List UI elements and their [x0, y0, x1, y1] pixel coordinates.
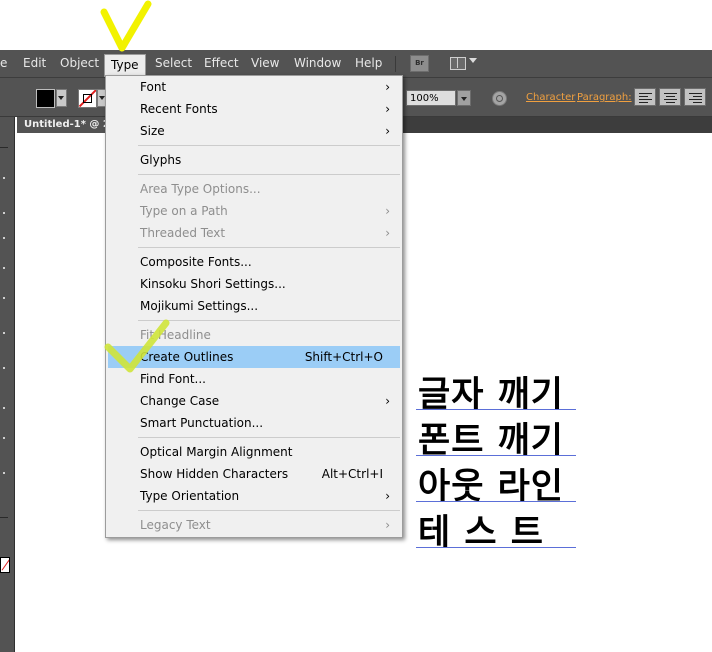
align-center-icon[interactable]: [659, 88, 681, 106]
chevron-right-icon: ›: [385, 489, 390, 503]
menu-item-label: Optical Margin Alignment: [140, 445, 293, 459]
menu-item-shortcut: Alt+Ctrl+I: [321, 467, 383, 481]
menu-item-smart-punctuation[interactable]: Smart Punctuation...: [108, 412, 400, 434]
menu-item-legacy-text: Legacy Text ›: [108, 514, 400, 536]
menu-item-shortcut: Shift+Ctrl+O: [304, 350, 383, 364]
align-right-icon[interactable]: [684, 88, 706, 106]
tool-corner-mark[interactable]: [3, 332, 5, 334]
menu-item-label: Kinsoku Shori Settings...: [140, 277, 286, 291]
menu-item-label: Change Case: [140, 394, 220, 408]
menu-type[interactable]: Type: [104, 54, 146, 77]
menu-item-type-on-a-path: Type on a Path ›: [108, 200, 400, 222]
menu-item-area-type-options: Area Type Options...: [108, 178, 400, 200]
menu-item-label: Smart Punctuation...: [140, 416, 264, 430]
bridge-button[interactable]: Br: [410, 55, 429, 72]
tool-corner-mark[interactable]: [3, 367, 5, 369]
menu-item-label: Composite Fonts...: [140, 255, 252, 269]
tool-corner-mark[interactable]: [3, 237, 5, 239]
baseline-guide: [416, 501, 576, 502]
paragraph-panel-link[interactable]: Paragraph:: [577, 92, 632, 103]
baseline-guide: [416, 409, 576, 410]
chevron-right-icon: ›: [385, 226, 390, 240]
baseline-guide: [416, 547, 576, 548]
menu-item-label: Threaded Text: [140, 226, 226, 240]
menu-item-label: Size: [140, 124, 165, 138]
chevron-right-icon: ›: [385, 80, 390, 94]
menu-view[interactable]: View: [245, 50, 285, 77]
menu-item-change-case[interactable]: Change Case ›: [108, 390, 400, 412]
menu-item-label: Font: [140, 80, 167, 94]
tool-divider: [0, 517, 8, 518]
menu-separator: [138, 174, 400, 175]
menu-item-label: Mojikumi Settings...: [140, 299, 259, 313]
menu-item-size[interactable]: Size ›: [108, 120, 400, 142]
menu-edit[interactable]: Edit: [17, 50, 52, 77]
chevron-right-icon: ›: [385, 102, 390, 116]
canvas-text-block[interactable]: 글자 깨기 폰트 깨기 아웃 라인 테 스 트: [416, 372, 588, 556]
menu-item-label: Type on a Path: [140, 204, 228, 218]
tool-corner-mark[interactable]: [3, 437, 5, 439]
menu-item-label: Recent Fonts: [140, 102, 218, 116]
chevron-right-icon: ›: [385, 394, 390, 408]
canvas-text-line[interactable]: 테 스 트: [416, 510, 588, 556]
tool-corner-mark[interactable]: [3, 267, 5, 269]
menubar-divider: [395, 56, 396, 72]
menu-item-kinsoku-shori-settings[interactable]: Kinsoku Shori Settings...: [108, 273, 400, 295]
recolor-artwork-icon[interactable]: [492, 91, 507, 106]
workspace-switcher-icon[interactable]: [448, 54, 468, 71]
menu-item-optical-margin-alignment[interactable]: Optical Margin Alignment: [108, 441, 400, 463]
fill-color-swatch[interactable]: [36, 89, 55, 108]
tool-corner-mark[interactable]: [3, 297, 5, 299]
menu-item-composite-fonts[interactable]: Composite Fonts...: [108, 251, 400, 273]
tool-corner-mark[interactable]: [3, 177, 5, 179]
tool-corner-mark[interactable]: [3, 472, 5, 474]
menu-file-partial[interactable]: e: [0, 50, 13, 77]
menu-item-mojikumi-settings[interactable]: Mojikumi Settings...: [108, 295, 400, 317]
menu-item-font[interactable]: Font ›: [108, 76, 400, 98]
menu-item-label: Legacy Text: [140, 518, 211, 532]
menu-effect[interactable]: Effect: [198, 50, 245, 77]
stroke-color-swatch[interactable]: [78, 89, 97, 108]
opacity-dropdown-arrow[interactable]: [457, 90, 471, 106]
menu-item-threaded-text: Threaded Text ›: [108, 222, 400, 244]
baseline-guide: [416, 455, 576, 456]
menu-item-label: Area Type Options...: [140, 182, 261, 196]
character-panel-link[interactable]: Character: [526, 92, 575, 103]
chevron-right-icon: ›: [385, 124, 390, 138]
menu-item-type-orientation[interactable]: Type Orientation ›: [108, 485, 400, 507]
menu-item-label: Show Hidden Characters: [140, 467, 289, 481]
document-tab[interactable]: Untitled-1* @ 2: [17, 117, 105, 133]
type-menu-dropdown: Font › Recent Fonts › Size › Glyphs Area…: [105, 75, 403, 538]
menu-item-glyphs[interactable]: Glyphs: [108, 149, 400, 171]
checkmark-annotation-icon: [104, 319, 170, 373]
checkmark-annotation-icon: [100, 0, 152, 52]
canvas-text-line[interactable]: 폰트 깨기: [416, 418, 588, 464]
menu-item-show-hidden-characters[interactable]: Show Hidden Characters Alt+Ctrl+I: [108, 463, 400, 485]
canvas-text-line[interactable]: 아웃 라인: [416, 464, 588, 510]
stroke-swatch-mini[interactable]: [0, 557, 10, 573]
chevron-right-icon: ›: [385, 204, 390, 218]
menu-item-label: Glyphs: [140, 153, 182, 167]
menu-item-label: Type Orientation: [140, 489, 240, 503]
fill-dropdown-arrow[interactable]: [56, 89, 67, 107]
menu-separator: [138, 145, 400, 146]
tool-divider: [0, 147, 8, 148]
align-left-icon[interactable]: [634, 88, 656, 106]
menu-window[interactable]: Window: [288, 50, 347, 77]
menu-separator: [138, 247, 400, 248]
canvas-text-line[interactable]: 글자 깨기: [416, 372, 588, 418]
menu-separator: [138, 510, 400, 511]
menu-help[interactable]: Help: [349, 50, 388, 77]
tool-corner-mark[interactable]: [3, 212, 5, 214]
menu-separator: [138, 437, 400, 438]
chevron-right-icon: ›: [385, 518, 390, 532]
tool-corner-mark[interactable]: [3, 407, 5, 409]
chevron-down-icon[interactable]: [469, 58, 477, 63]
opacity-field[interactable]: 100%: [406, 90, 456, 106]
menu-separator: [138, 320, 400, 321]
menu-item-recent-fonts[interactable]: Recent Fonts ›: [108, 98, 400, 120]
